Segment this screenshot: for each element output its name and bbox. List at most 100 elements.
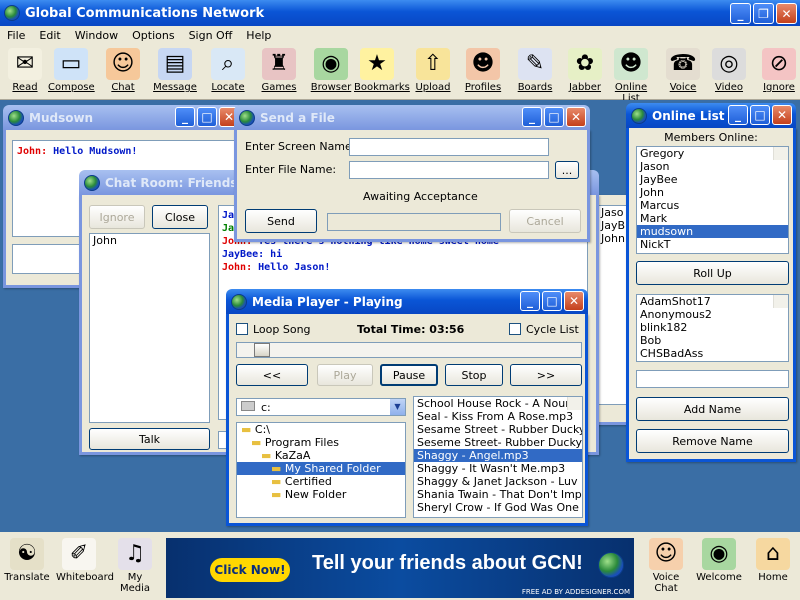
- toolbar-bookmarks-button[interactable]: ★ Bookmarks: [354, 48, 410, 93]
- translate-button[interactable]: ☯ Translate: [4, 538, 50, 583]
- list-item[interactable]: Gregory: [637, 147, 788, 160]
- toolbar-online-list-button[interactable]: ☻ Online List: [608, 48, 654, 104]
- voice-chat-button[interactable]: ☺ Voice Chat: [640, 538, 692, 594]
- scrollbar[interactable]: [567, 397, 582, 410]
- minimize-button[interactable]: _: [728, 105, 748, 125]
- ad-banner[interactable]: Click Now! Tell your friends about GCN! …: [166, 538, 634, 598]
- name-input[interactable]: [636, 370, 789, 388]
- cancel-button[interactable]: Cancel: [509, 209, 581, 233]
- toolbar-jabber-button[interactable]: ✿ Jabber: [562, 48, 608, 93]
- toolbar-message-button[interactable]: ▤ Message: [152, 48, 198, 93]
- toolbar-upload-button[interactable]: ⇧ Upload: [410, 48, 456, 93]
- roll-up-button[interactable]: Roll Up: [636, 261, 789, 285]
- folder-item[interactable]: ▬ New Folder: [237, 488, 405, 501]
- maximize-button[interactable]: □: [542, 291, 562, 311]
- member-list[interactable]: John: [89, 233, 210, 423]
- list-item[interactable]: Seseme Street- Rubber Ducky: [414, 436, 582, 449]
- song-list[interactable]: School House Rock - A Noun i Seal - Kiss …: [413, 396, 583, 518]
- list-item[interactable]: blink182: [637, 321, 788, 334]
- list-item[interactable]: John: [637, 186, 788, 199]
- list-item[interactable]: School House Rock - A Noun i: [414, 397, 582, 410]
- minimize-button[interactable]: _: [730, 3, 751, 24]
- menu-help[interactable]: Help: [239, 29, 278, 42]
- list-item[interactable]: Anonymous2: [637, 308, 788, 321]
- next-button[interactable]: >>: [510, 364, 582, 386]
- file-name-input[interactable]: [349, 161, 549, 179]
- list-item[interactable]: JayBee: [637, 173, 788, 186]
- toolbar-compose-button[interactable]: ▭ Compose: [48, 48, 95, 93]
- list-item[interactable]: mudsown: [637, 225, 788, 238]
- whiteboard-button[interactable]: ✐ Whiteboard: [56, 538, 114, 583]
- menu-file[interactable]: File: [0, 29, 32, 42]
- toolbar-profiles-button[interactable]: ☻ Profiles: [460, 48, 506, 93]
- toolbar-ignore-button[interactable]: ⊘ Ignore: [756, 48, 800, 93]
- close-room-button[interactable]: Close: [152, 205, 208, 229]
- seek-slider[interactable]: [236, 342, 582, 358]
- minimize-button[interactable]: _: [522, 107, 542, 127]
- toolbar-games-button[interactable]: ♜ Games: [256, 48, 302, 93]
- toolbar-read-button[interactable]: ✉ Read: [2, 48, 48, 93]
- folder-item[interactable]: ▬ C:\: [237, 423, 405, 436]
- list-item[interactable]: NickT: [637, 238, 788, 251]
- welcome-button[interactable]: ◉ Welcome: [696, 538, 742, 583]
- list-item[interactable]: Shania Twain - That Don't Impr: [414, 488, 582, 501]
- close-button[interactable]: ✕: [564, 291, 584, 311]
- maximize-button[interactable]: □: [197, 107, 217, 127]
- add-name-button[interactable]: Add Name: [636, 397, 789, 421]
- list-item[interactable]: Seal - Kiss From A Rose.mp3: [414, 410, 582, 423]
- list-item[interactable]: Shaggy - Angel.mp3: [414, 449, 582, 462]
- menu-window[interactable]: Window: [68, 29, 125, 42]
- list-item[interactable]: Jason: [637, 160, 788, 173]
- minimize-button[interactable]: _: [175, 107, 195, 127]
- folder-item[interactable]: ▬ My Shared Folder: [237, 462, 405, 475]
- pause-button[interactable]: Pause: [380, 364, 438, 386]
- toolbar-video-button[interactable]: ◎ Video: [706, 48, 752, 93]
- click-now-button[interactable]: Click Now!: [210, 558, 290, 582]
- chevron-down-icon[interactable]: ▼: [390, 399, 405, 415]
- drive-select[interactable]: c: ▼: [236, 398, 406, 416]
- folder-item[interactable]: ▬ Certified: [237, 475, 405, 488]
- scrollbar[interactable]: [773, 147, 788, 160]
- cycle-checkbox[interactable]: [509, 323, 521, 335]
- seek-thumb[interactable]: [254, 343, 271, 357]
- loop-checkbox[interactable]: [236, 323, 248, 335]
- buddy-list[interactable]: AdamShot17 Anonymous2 blink182 Bob CHSBadAss: [636, 294, 789, 362]
- previous-button[interactable]: <<: [236, 364, 308, 386]
- folder-item[interactable]: ▬ KaZaA: [237, 449, 405, 462]
- menu-edit[interactable]: Edit: [32, 29, 67, 42]
- list-item[interactable]: Mark: [637, 212, 788, 225]
- ignore-button[interactable]: Ignore: [89, 205, 145, 229]
- toolbar-chat-button[interactable]: ☺ Chat: [100, 48, 146, 93]
- send-button[interactable]: Send: [245, 209, 317, 233]
- folder-item[interactable]: ▬ Program Files: [237, 436, 405, 449]
- folder-list[interactable]: ▬ C:\ ▬ Program Files ▬ KaZaA ▬ My Shared F…: [236, 422, 406, 518]
- menu-options[interactable]: Options: [125, 29, 181, 42]
- toolbar-browser-button[interactable]: ◉ Browser: [308, 48, 354, 93]
- minimize-button[interactable]: _: [520, 291, 540, 311]
- toolbar-locate-button[interactable]: ⌕ Locate: [205, 48, 251, 93]
- my-media-button[interactable]: ♫ My Media: [112, 538, 158, 594]
- list-item[interactable]: John: [90, 234, 209, 247]
- list-item[interactable]: CHSBadAss: [637, 347, 788, 360]
- list-item[interactable]: Shaggy & Janet Jackson - Luv: [414, 475, 582, 488]
- screen-name-input[interactable]: [349, 138, 549, 156]
- browse-button[interactable]: ...: [555, 161, 579, 179]
- toolbar-boards-button[interactable]: ✎ Boards: [512, 48, 558, 93]
- list-item[interactable]: Bob: [637, 334, 788, 347]
- members-list[interactable]: Gregory Jason JayBee John Marcus Mark mudsown N…: [636, 146, 789, 254]
- remove-name-button[interactable]: Remove Name: [636, 429, 789, 453]
- scrollbar[interactable]: [773, 295, 788, 308]
- maximize-button[interactable]: □: [750, 105, 770, 125]
- maximize-button[interactable]: ❐: [753, 3, 774, 24]
- list-item[interactable]: Shaggy - It Wasn't Me.mp3: [414, 462, 582, 475]
- home-button[interactable]: ⌂ Home: [750, 538, 796, 583]
- stop-button[interactable]: Stop: [445, 364, 503, 386]
- maximize-button[interactable]: □: [544, 107, 564, 127]
- talk-button[interactable]: Talk: [89, 428, 210, 450]
- play-button[interactable]: Play: [317, 364, 373, 386]
- list-item[interactable]: Sesame Street - Rubber Ducky: [414, 423, 582, 436]
- list-item[interactable]: Sheryl Crow - If God Was One: [414, 501, 582, 514]
- close-button[interactable]: ✕: [566, 107, 586, 127]
- list-item[interactable]: Marcus: [637, 199, 788, 212]
- close-button[interactable]: ✕: [772, 105, 792, 125]
